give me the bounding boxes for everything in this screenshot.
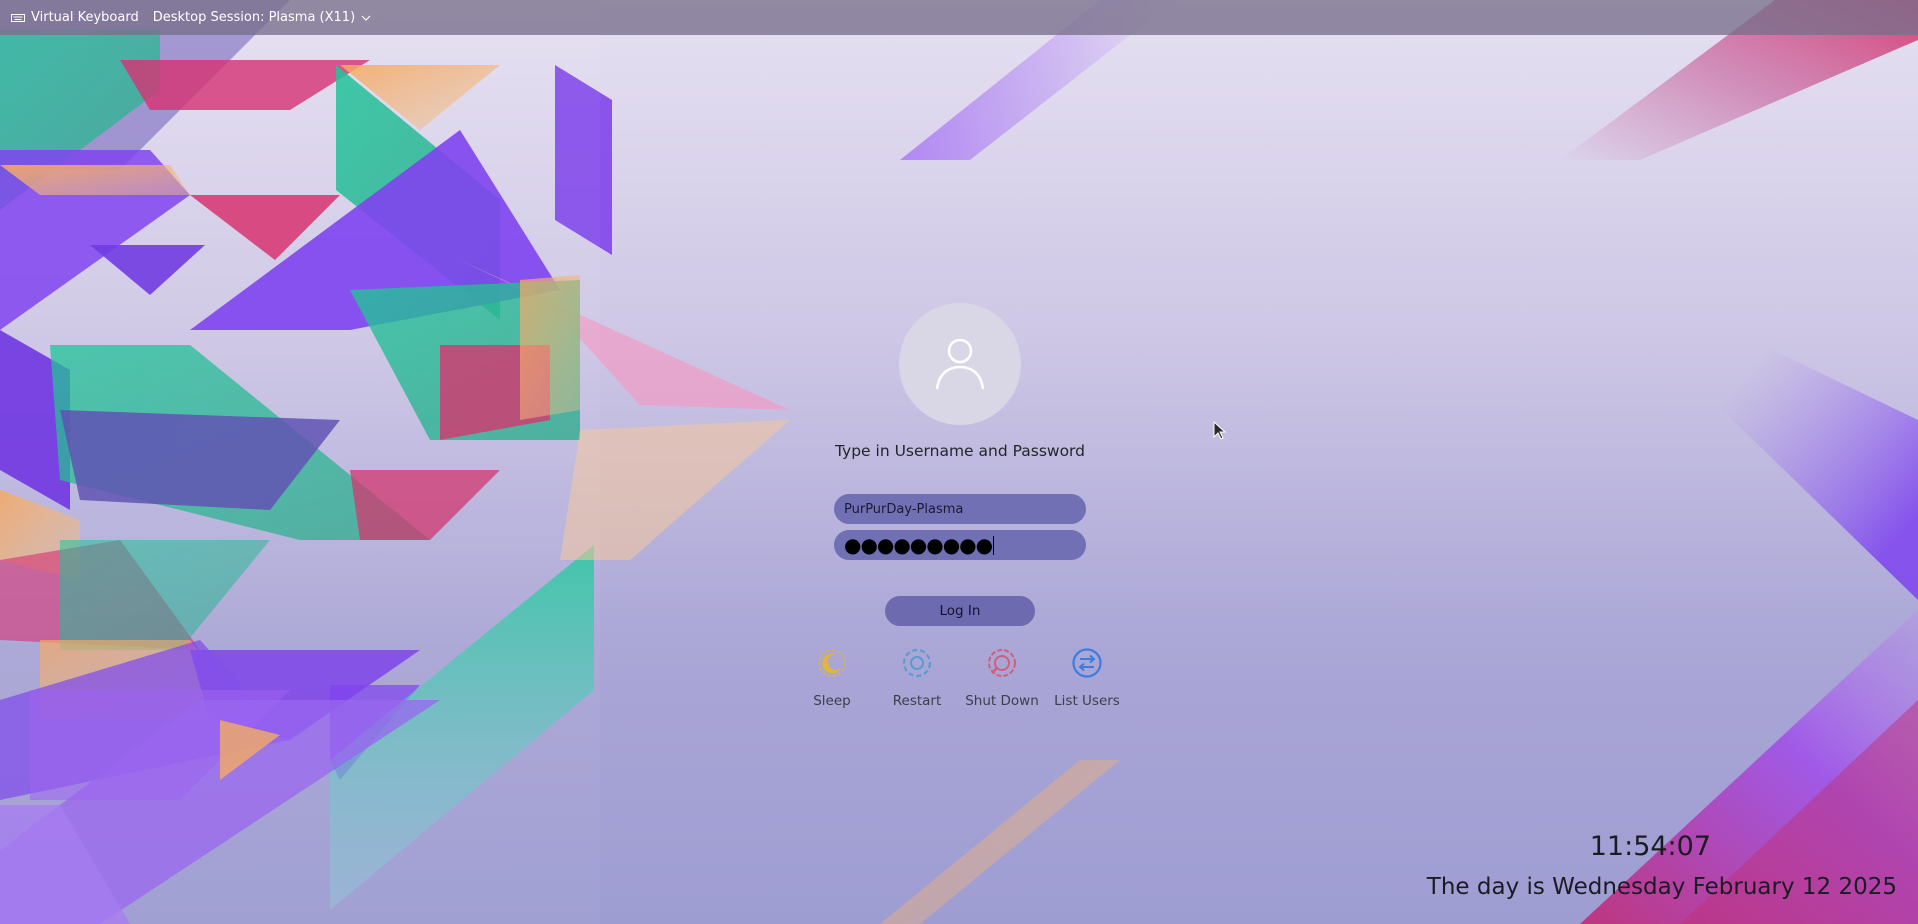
mouse-cursor-icon bbox=[1213, 421, 1227, 440]
sleep-button[interactable]: Sleep bbox=[787, 646, 877, 709]
login-button[interactable]: Log In bbox=[885, 596, 1035, 626]
shutdown-icon bbox=[988, 649, 1016, 677]
virtual-keyboard-label: Virtual Keyboard bbox=[31, 10, 139, 25]
keyboard-icon bbox=[11, 13, 25, 22]
user-avatar bbox=[899, 303, 1021, 425]
clock-time: 11:54:07 bbox=[1589, 831, 1711, 862]
shutdown-label: Shut Down bbox=[965, 693, 1039, 709]
clock-date: The day is Wednesday February 12 2025 bbox=[1426, 874, 1897, 900]
wallpaper bbox=[0, 0, 1918, 924]
text-caret bbox=[993, 535, 995, 555]
username-field[interactable]: PurPurDay-Plasma bbox=[834, 494, 1086, 524]
virtual-keyboard-button[interactable]: Virtual Keyboard bbox=[11, 0, 139, 35]
chevron-down-icon bbox=[361, 15, 371, 21]
restart-icon bbox=[902, 648, 932, 678]
session-selector[interactable]: Desktop Session: Plasma (X11) bbox=[153, 0, 371, 35]
top-bar: Virtual Keyboard Desktop Session: Plasma… bbox=[0, 0, 1918, 35]
username-value: PurPurDay-Plasma bbox=[844, 501, 964, 517]
session-label: Desktop Session: Plasma (X11) bbox=[152, 10, 356, 25]
list-users-label: List Users bbox=[1054, 693, 1120, 709]
user-icon bbox=[935, 338, 985, 390]
list-users-button[interactable]: List Users bbox=[1042, 646, 1132, 709]
sleep-icon bbox=[818, 649, 846, 677]
list-users-icon bbox=[1072, 648, 1102, 678]
restart-button[interactable]: Restart bbox=[872, 646, 962, 709]
restart-label: Restart bbox=[892, 693, 942, 709]
login-prompt: Type in Username and Password bbox=[834, 442, 1085, 460]
shutdown-button[interactable]: Shut Down bbox=[957, 646, 1047, 709]
sleep-label: Sleep bbox=[813, 693, 851, 709]
password-value: ●●●●●●●●● bbox=[844, 533, 993, 557]
password-field[interactable]: ●●●●●●●●● bbox=[834, 530, 1086, 560]
